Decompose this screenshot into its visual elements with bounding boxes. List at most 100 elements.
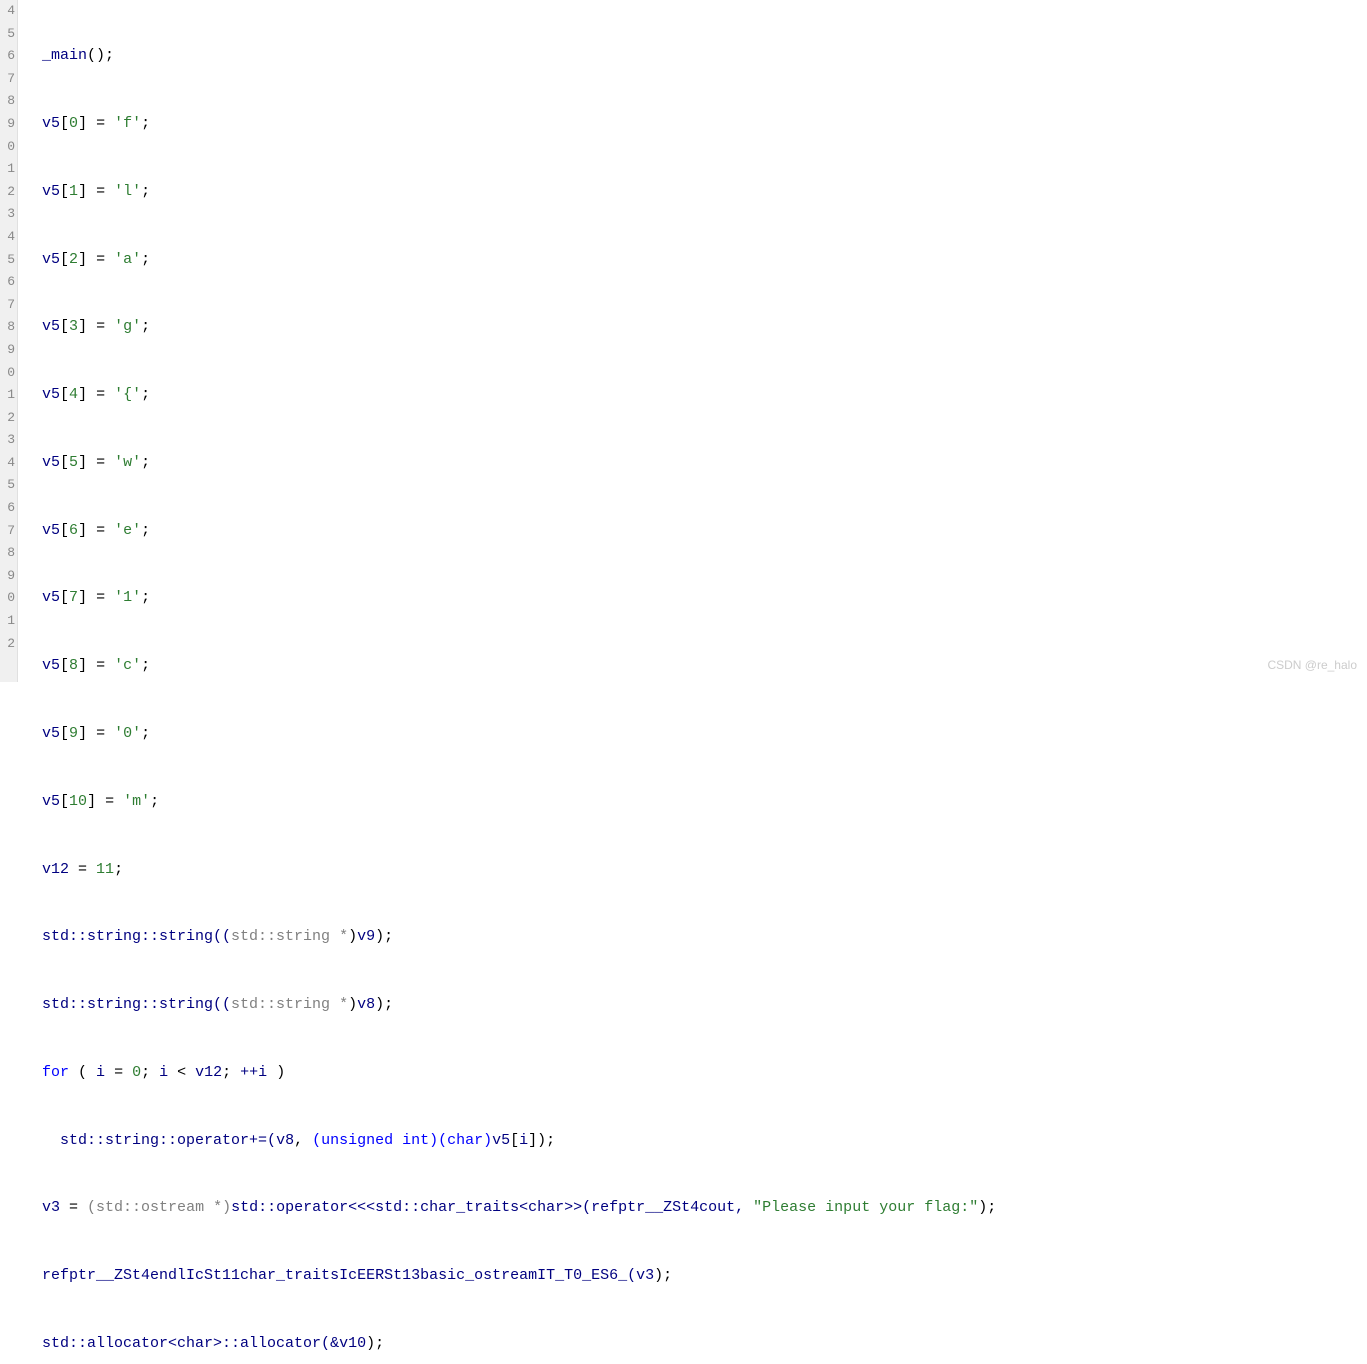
variable: v8 [276,1132,294,1149]
code-text: refptr__ZSt4endlIcSt11char_traitsIcEERSt… [42,1267,636,1284]
number: 11 [96,861,114,878]
line-number: 6 [0,271,15,294]
code-text: std::string::operator+=( [60,1132,276,1149]
char-literal: 'l' [114,183,141,200]
variable: i [519,1132,528,1149]
code-line[interactable]: std::allocator<char>::allocator(&v10); [24,1333,1367,1356]
line-number: 9 [0,339,15,362]
variable: v3 [42,1199,60,1216]
variable: v12 [195,1064,222,1081]
variable: v12 [42,861,69,878]
watermark: CSDN @re_halo [1267,658,1357,672]
code-line[interactable]: v5[5] = 'w'; [24,452,1367,475]
code-line[interactable]: v5[2] = 'a'; [24,249,1367,272]
line-number: 4 [0,0,15,23]
code-line[interactable]: v5[9] = '0'; [24,723,1367,746]
type: std::string * [231,996,348,1013]
line-number: 1 [0,158,15,181]
code-line[interactable]: v5[7] = '1'; [24,587,1367,610]
line-number: 6 [0,45,15,68]
code-line[interactable]: v5[8] = 'c'; [24,655,1367,678]
variable: v5 [42,657,60,674]
line-number: 1 [0,610,15,633]
char-literal: '{' [114,386,141,403]
variable: v5 [42,386,60,403]
index: 6 [69,522,78,539]
index: 7 [69,589,78,606]
char-literal: '1' [114,589,141,606]
char-literal: 'f' [114,115,141,132]
code-line[interactable]: refptr__ZSt4endlIcSt11char_traitsIcEERSt… [24,1265,1367,1288]
index: 5 [69,454,78,471]
line-number: 8 [0,90,15,113]
variable: v5 [42,589,60,606]
string-literal: "Please input your flag:" [753,1199,978,1216]
variable: v8 [357,996,375,1013]
line-number: 5 [0,23,15,46]
code-text: ); [978,1199,996,1216]
char-literal: 'g' [114,318,141,335]
index: 9 [69,725,78,742]
line-number: 2 [0,181,15,204]
index: 2 [69,251,78,268]
variable: v10 [339,1335,366,1352]
code-text: ); [375,928,393,945]
line-number: 8 [0,542,15,565]
line-number: 7 [0,294,15,317]
char-literal: 'e' [114,522,141,539]
code-line[interactable]: v5[6] = 'e'; [24,520,1367,543]
code-line[interactable]: v5[0] = 'f'; [24,113,1367,136]
line-number: 1 [0,384,15,407]
line-number: 5 [0,474,15,497]
line-number: 9 [0,565,15,588]
variable: v5 [42,725,60,742]
code-line[interactable]: _main(); [24,45,1367,68]
code-area[interactable]: _main(); v5[0] = 'f'; v5[1] = 'l'; v5[2]… [18,0,1367,682]
code-text: ++i [240,1064,267,1081]
line-number: 3 [0,203,15,226]
code-text: ); [375,996,393,1013]
function-call: _main [42,47,87,64]
index: 4 [69,386,78,403]
code-line[interactable]: std::string::string((std::string *)v9); [24,926,1367,949]
line-number: 9 [0,113,15,136]
index: 8 [69,657,78,674]
char-literal: 'w' [114,454,141,471]
line-number: 0 [0,362,15,385]
code-line[interactable]: v3 = (std::ostream *)std::operator<<<std… [24,1197,1367,1220]
char-literal: 'm' [123,793,150,810]
code-text: ]); [528,1132,555,1149]
variable: v5 [42,454,60,471]
variable: i [159,1064,168,1081]
type: std::string * [231,928,348,945]
char-literal: '0' [114,725,141,742]
line-number: 6 [0,497,15,520]
code-text: std::operator<<<std::char_traits<char>>(… [231,1199,753,1216]
line-number: 2 [0,407,15,430]
line-number: 7 [0,68,15,91]
code-line[interactable]: v5[1] = 'l'; [24,181,1367,204]
code-line[interactable]: v5[10] = 'm'; [24,791,1367,814]
index: 1 [69,183,78,200]
code-line[interactable]: for ( i = 0; i < v12; ++i ) [24,1062,1367,1085]
line-number: 0 [0,136,15,159]
line-number: 7 [0,520,15,543]
index: 10 [69,793,87,810]
variable: v5 [42,115,60,132]
variable: i [96,1064,105,1081]
type: (unsigned int)(char) [312,1132,492,1149]
code-line[interactable]: v5[4] = '{'; [24,384,1367,407]
code-line[interactable]: std::string::string((std::string *)v8); [24,994,1367,1017]
line-number: 5 [0,249,15,272]
variable: v5 [42,793,60,810]
index: 3 [69,318,78,335]
line-number: 4 [0,226,15,249]
keyword: for [42,1064,69,1081]
code-line[interactable]: v12 = 11; [24,859,1367,882]
code-line[interactable]: v5[3] = 'g'; [24,316,1367,339]
char-literal: 'a' [114,251,141,268]
type: (std::ostream *) [87,1199,231,1216]
code-line[interactable]: std::string::operator+=(v8, (unsigned in… [24,1130,1367,1153]
line-number: 4 [0,452,15,475]
variable: v5 [42,522,60,539]
